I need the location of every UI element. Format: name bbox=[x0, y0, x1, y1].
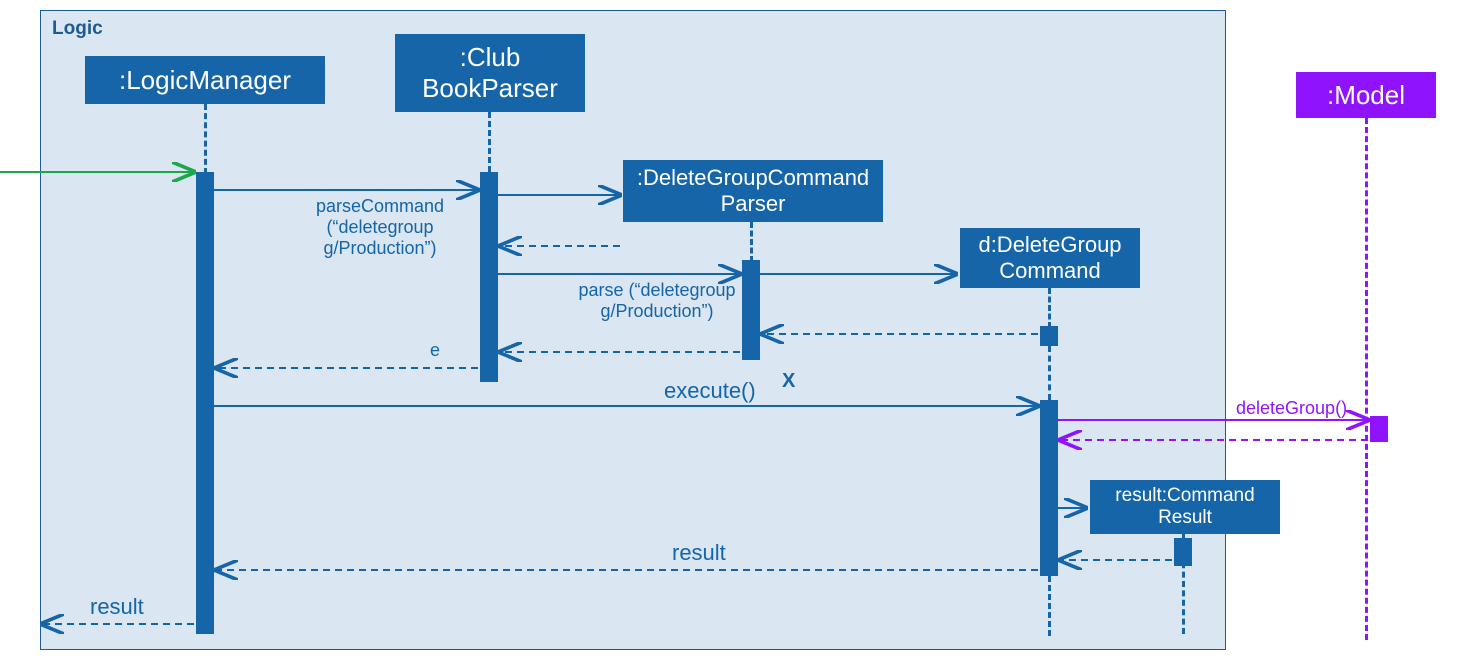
msg-result-return: result bbox=[672, 540, 726, 566]
activation-model bbox=[1370, 416, 1388, 442]
activation-club-book-parser bbox=[480, 172, 498, 382]
participant-club-book-parser: :Club BookParser bbox=[395, 34, 585, 112]
activation-cr bbox=[1174, 538, 1192, 566]
destruction-x: X bbox=[782, 370, 795, 393]
participant-delete-group-command-parser: :DeleteGroupCommand Parser bbox=[623, 160, 883, 222]
msg-final-result: result bbox=[90, 594, 144, 620]
participant-model: :Model bbox=[1296, 72, 1436, 118]
lifeline-dgc-bottom bbox=[1048, 576, 1051, 636]
participant-logic-manager: :LogicManager bbox=[85, 56, 325, 104]
lifeline-logic-manager-top bbox=[204, 104, 207, 174]
participant-delete-group-command: d:DeleteGroup Command bbox=[960, 228, 1140, 288]
msg-parse: parse (“deletegroup g/Production”) bbox=[562, 280, 752, 322]
activation-logic-manager bbox=[196, 172, 214, 634]
lifeline-club-book-parser-top bbox=[488, 112, 491, 172]
lifeline-model bbox=[1365, 118, 1368, 640]
activation-dgc-2 bbox=[1040, 400, 1058, 576]
logic-frame-label: Logic bbox=[52, 18, 103, 40]
msg-delete-group: deleteGroup() bbox=[1236, 398, 1347, 419]
activation-dgc-1 bbox=[1040, 326, 1058, 346]
msg-execute: execute() bbox=[664, 378, 756, 404]
lifeline-dgcp-top bbox=[750, 222, 753, 262]
lifeline-dgc-top bbox=[1048, 288, 1051, 328]
participant-command-result: result:Command Result bbox=[1090, 480, 1280, 534]
lifeline-dgc-mid bbox=[1048, 346, 1051, 400]
msg-e: e bbox=[430, 340, 440, 361]
msg-parse-command: parseCommand (“deletegroup g/Production”… bbox=[295, 196, 465, 259]
